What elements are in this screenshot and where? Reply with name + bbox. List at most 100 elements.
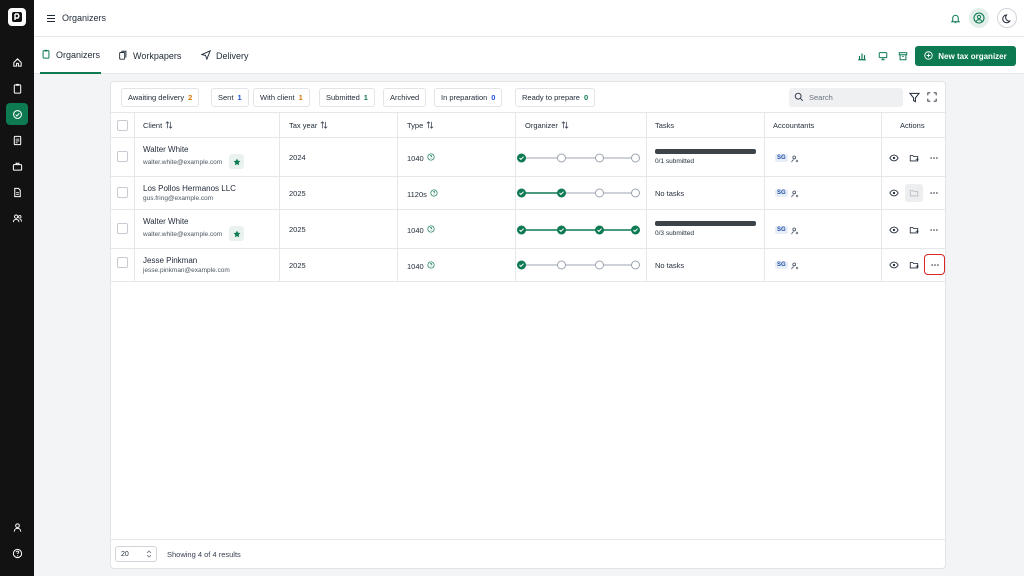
move-folder-icon[interactable] bbox=[907, 258, 921, 272]
move-folder-icon bbox=[905, 184, 923, 202]
page-title: Organizers bbox=[62, 13, 107, 23]
tab-label: Delivery bbox=[216, 50, 249, 61]
more-actions-icon[interactable] bbox=[927, 151, 941, 165]
type-value: 1120s bbox=[407, 189, 427, 199]
report-nav-icon[interactable] bbox=[6, 181, 28, 203]
tab-label: Workpapers bbox=[133, 50, 182, 61]
help-circle-icon[interactable] bbox=[427, 153, 435, 163]
filter-label: Sent bbox=[218, 93, 234, 102]
help-circle-icon[interactable] bbox=[427, 261, 435, 271]
accountant-badge[interactable]: SG bbox=[775, 154, 788, 162]
table-row[interactable]: Jesse Pinkman jesse.pinkman@example.com … bbox=[111, 249, 945, 282]
archive-icon[interactable] bbox=[897, 50, 908, 61]
filter-count: 1 bbox=[237, 93, 242, 102]
type-cell: 1120s bbox=[407, 189, 438, 199]
column-type[interactable]: Type bbox=[407, 113, 434, 138]
help-icon[interactable] bbox=[6, 542, 28, 564]
chart-icon[interactable] bbox=[856, 50, 867, 61]
accountant-badge[interactable]: SG bbox=[775, 226, 788, 234]
bell-icon[interactable] bbox=[945, 8, 965, 28]
select-all-checkbox[interactable] bbox=[117, 120, 128, 131]
view-icon[interactable] bbox=[887, 258, 901, 272]
row-checkbox[interactable] bbox=[117, 257, 128, 268]
briefcase-nav-icon[interactable] bbox=[6, 155, 28, 177]
client-name[interactable]: Walter White bbox=[143, 217, 189, 226]
page-size-select[interactable]: 20 bbox=[115, 546, 157, 562]
view-icon[interactable] bbox=[887, 223, 901, 237]
dark-mode-icon[interactable] bbox=[997, 8, 1017, 28]
table-row[interactable]: Los Pollos Hermanos LLC gus.fring@exampl… bbox=[111, 177, 945, 210]
user-avatar-icon[interactable] bbox=[969, 8, 989, 28]
client-name[interactable]: Los Pollos Hermanos LLC bbox=[143, 184, 236, 193]
expand-icon[interactable] bbox=[926, 91, 938, 103]
column-tax-year[interactable]: Tax year bbox=[289, 113, 328, 138]
view-icon[interactable] bbox=[887, 151, 901, 165]
column-client[interactable]: Client bbox=[143, 113, 173, 138]
profile-nav-icon[interactable] bbox=[6, 516, 28, 538]
tab-label: Organizers bbox=[56, 49, 101, 60]
filter-awaiting-delivery[interactable]: Awaiting delivery 2 bbox=[121, 88, 200, 107]
move-folder-icon[interactable] bbox=[907, 223, 921, 237]
assign-user-icon[interactable] bbox=[791, 155, 799, 163]
table-header: Client Tax year Type Organizer Tasks Acc… bbox=[111, 112, 945, 138]
users-nav-icon[interactable] bbox=[6, 207, 28, 229]
tab-delivery[interactable]: Delivery bbox=[200, 37, 249, 74]
row-checkbox[interactable] bbox=[117, 151, 128, 162]
row-checkbox[interactable] bbox=[117, 187, 128, 198]
page-size-value: 20 bbox=[121, 550, 129, 558]
accountant-badge[interactable]: SG bbox=[775, 189, 788, 197]
type-cell: 1040 bbox=[407, 225, 435, 235]
star-icon[interactable] bbox=[229, 226, 244, 241]
move-folder-icon[interactable] bbox=[907, 151, 921, 165]
accountant-badge[interactable]: SG bbox=[775, 261, 788, 269]
view-icon[interactable] bbox=[887, 186, 901, 200]
table-row[interactable]: Walter White walter.white@example.com 20… bbox=[111, 210, 945, 249]
app-logo[interactable] bbox=[8, 8, 26, 26]
filter-label: Awaiting delivery bbox=[128, 93, 185, 102]
filter-archived[interactable]: Archived bbox=[383, 88, 427, 107]
clipboard-nav-icon[interactable] bbox=[6, 77, 28, 99]
column-actions: Actions bbox=[900, 113, 925, 138]
monitor-icon[interactable] bbox=[877, 50, 888, 61]
client-name[interactable]: Jesse Pinkman bbox=[143, 256, 197, 265]
filter-label: Archived bbox=[390, 93, 420, 102]
left-rail bbox=[0, 0, 34, 576]
button-label: New tax organizer bbox=[938, 51, 1007, 61]
tax-year-value: 2025 bbox=[289, 225, 306, 234]
table-row[interactable]: Walter White walter.white@example.com 20… bbox=[111, 138, 945, 177]
assign-user-icon[interactable] bbox=[791, 190, 799, 198]
step-done-icon bbox=[517, 225, 526, 235]
row-checkbox[interactable] bbox=[117, 223, 128, 234]
filter-in-preparation[interactable]: In preparation 0 bbox=[434, 88, 503, 107]
new-tax-organizer-button[interactable]: New tax organizer bbox=[915, 46, 1016, 66]
more-actions-icon[interactable] bbox=[924, 254, 945, 275]
filter-with-client[interactable]: With client 1 bbox=[253, 88, 310, 107]
star-icon[interactable] bbox=[229, 154, 244, 169]
more-actions-icon[interactable] bbox=[927, 186, 941, 200]
organizers-nav-icon[interactable] bbox=[6, 103, 28, 125]
more-actions-icon[interactable] bbox=[927, 223, 941, 237]
help-circle-icon[interactable] bbox=[430, 189, 438, 199]
search-input[interactable]: Search bbox=[789, 88, 903, 107]
step-done-icon bbox=[557, 225, 566, 235]
filter-submitted[interactable]: Submitted 1 bbox=[319, 88, 375, 107]
menu-icon[interactable] bbox=[46, 12, 56, 24]
tab-workpapers[interactable]: Workpapers bbox=[118, 37, 181, 74]
filter-count: 1 bbox=[363, 93, 368, 102]
column-organizer[interactable]: Organizer bbox=[525, 113, 569, 138]
assign-user-icon[interactable] bbox=[791, 227, 799, 235]
assign-user-icon[interactable] bbox=[791, 262, 799, 270]
client-name[interactable]: Walter White bbox=[143, 145, 189, 154]
filter-ready-to-prepare[interactable]: Ready to prepare 0 bbox=[515, 88, 596, 107]
column-label: Organizer bbox=[525, 121, 558, 130]
help-circle-icon[interactable] bbox=[427, 225, 435, 235]
home-icon[interactable] bbox=[6, 51, 28, 73]
filter-icon[interactable] bbox=[908, 91, 920, 103]
filter-label: With client bbox=[260, 93, 295, 102]
plus-circle-icon bbox=[924, 50, 933, 62]
filter-sent[interactable]: Sent 1 bbox=[211, 88, 249, 107]
document-nav-icon[interactable] bbox=[6, 129, 28, 151]
tab-organizers[interactable]: Organizers bbox=[40, 37, 102, 74]
sort-icon bbox=[165, 120, 173, 131]
filter-label: In preparation bbox=[441, 93, 488, 102]
